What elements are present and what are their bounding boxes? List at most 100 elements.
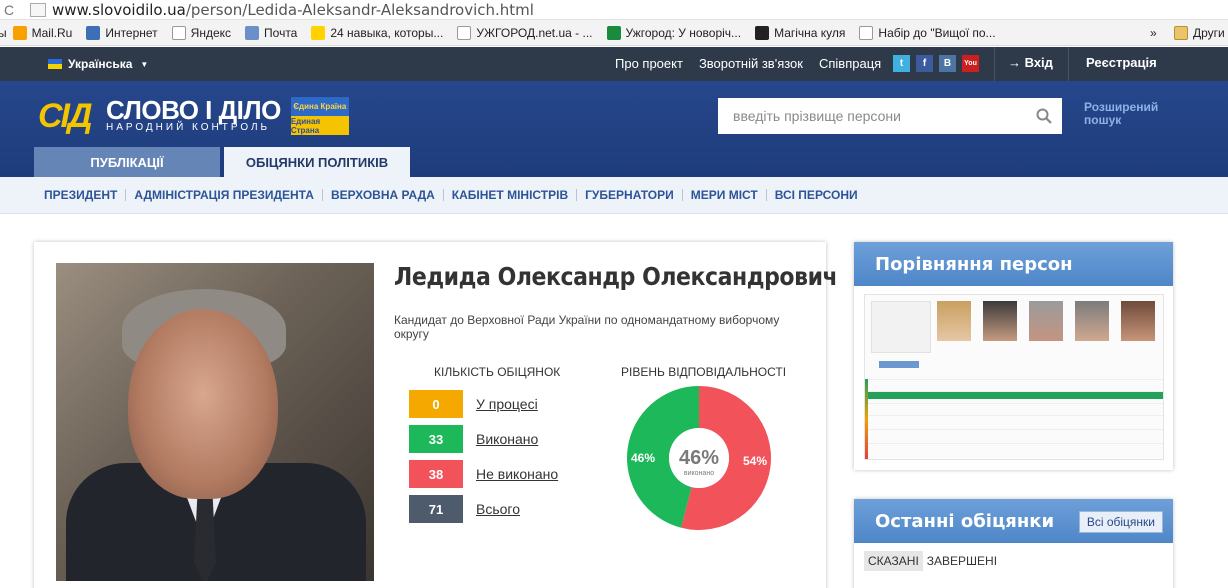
youtube-icon[interactable]: You [962,55,979,72]
stat-count-badge: 33 [409,425,463,453]
responsibility-donut-chart: 46%виконано46% 54% [627,386,771,530]
facebook-icon[interactable]: f [916,55,933,72]
bookmark-item[interactable]: Ужгород: У новоріч... [606,25,742,40]
folder-icon [1174,25,1188,40]
category-link[interactable]: МЕРИ МІСТ [683,189,767,201]
bookmark-item[interactable]: УЖГОРОД.net.ua - ... [457,25,593,40]
badge-bottom-text: Единая Страна [290,116,349,135]
nav-cooperation[interactable]: Співпраця [819,56,881,71]
url-host: www.slovoidilo.ua [52,0,186,19]
promises-count-title: КІЛЬКІСТЬ ОБІЦЯНОК [434,365,561,379]
category-nav: ПРЕЗИДЕНТ АДМІНІСТРАЦІЯ ПРЕЗИДЕНТА ВЕРХОВН… [0,177,1228,214]
compare-widget[interactable]: Порівняння персон [854,242,1173,470]
all-promises-button[interactable]: Всі обіцянки [1078,511,1163,533]
responsibility-title: РІВЕНЬ ВІДПОВІДАЛЬНОСТІ [621,365,787,379]
category-link[interactable]: ВСІ ПЕРСОНИ [767,189,866,201]
page-icon [30,2,46,17]
language-label: Українська [68,57,133,71]
category-link[interactable]: ПРЕЗИДЕНТ [36,189,127,201]
person-photo [56,263,374,581]
person-name: Ледида Олександр Олександрович [394,262,838,291]
reload-icon[interactable]: C [0,2,18,18]
ad-icon [311,25,326,40]
mailru-icon [12,25,27,40]
site-header: СІД СЛОВО І ДІЛО НАРОДНИЙ КОНТРОЛЬ Єдина… [0,81,1228,177]
advanced-search-link[interactable]: Розширений пошук [1084,101,1174,127]
search-icon[interactable] [1026,108,1062,124]
top-bar: Українська ▼ Про проект Зворотній зв'язо… [0,47,1228,81]
bookmark-label: Набір до "Вищої по... [878,25,996,40]
bookmarks-more-button[interactable]: » [1150,26,1157,40]
person-search [718,98,1062,134]
mail-icon [245,25,260,40]
stat-count-badge: 0 [409,390,463,418]
nav-about[interactable]: Про проект [615,56,683,71]
green-site-icon [606,25,621,40]
url-path: /person/Ledida-Aleksandr-Aleksandrovich.… [185,0,534,19]
promise-stat-row: 0 У процесі [409,390,538,418]
language-selector[interactable]: Українська ▼ [48,57,148,71]
bookmark-label: Яндекс [190,25,232,40]
bookmark-item[interactable]: 24 навыка, которы... [311,25,444,40]
vkontakte-icon[interactable]: B [939,55,956,72]
twitter-icon[interactable]: t [893,55,910,72]
site-logo[interactable]: СІД СЛОВО І ДІЛО НАРОДНИЙ КОНТРОЛЬ Єдина… [38,97,349,135]
bookmark-edge: ы [0,26,7,40]
stat-link[interactable]: Не виконано [476,466,558,482]
filter-completed[interactable]: ЗАВЕРШЕНІ [923,551,1001,571]
register-link[interactable]: Реєстрація [1086,55,1157,70]
bookmark-item[interactable]: Набір до "Вищої по... [859,25,996,40]
login-link[interactable]: → Вхід [1008,55,1053,70]
page-icon [171,25,186,40]
tab-publications[interactable]: ПУБЛІКАЦІЇ [34,147,220,177]
stat-count-badge: 71 [409,495,463,523]
browser-address-bar[interactable]: C www.slovoidilo.ua/person/Ledida-Aleksa… [0,0,1228,20]
logo-mark: СІД [38,97,93,135]
bookmark-item[interactable]: Почта [245,25,297,40]
filter-said[interactable]: СКАЗАНІ [864,551,923,571]
person-card: Ледида Олександр Олександрович Кандидат … [34,242,838,588]
other-bookmarks-folder[interactable]: Други [1174,25,1225,40]
category-link[interactable]: КАБІНЕТ МІНІСТРІВ [444,189,578,201]
person-description: Кандидат до Верховної Ради України по од… [394,313,780,341]
tab-promises[interactable]: ОБІЦЯНКИ ПОЛІТИКІВ [224,147,410,177]
donut-center-value: 46% [679,447,719,469]
stat-link[interactable]: Виконано [476,431,538,447]
caret-down-icon: ▼ [140,59,149,69]
divider [1068,47,1069,81]
url-text[interactable]: www.slovoidilo.ua/person/Ledida-Aleksand… [52,1,534,19]
category-link[interactable]: ГУБЕРНАТОРИ [577,189,683,201]
bookmark-label: Mail.Ru [31,25,73,40]
stat-count-badge: 38 [409,460,463,488]
bookmark-item[interactable]: Магічна куля [755,25,846,40]
bookmark-label: УЖГОРОД.net.ua - ... [476,25,593,40]
compare-preview-image[interactable] [864,294,1164,460]
bookmark-label: 24 навыка, которы... [330,25,444,40]
search-input[interactable] [718,98,1026,134]
divider [994,47,995,81]
other-bookmarks-label: Други [1193,25,1225,40]
donut-label-done: 46% [631,451,655,465]
bookmarks-bar: ы Mail.Ru Интернет Яндекс Почта 24 навыка, к… [0,20,1228,46]
bookmark-label: Магічна куля [774,25,846,40]
bookmark-item[interactable]: Интернет [86,25,158,40]
top-nav: Про проект Зворотній зв'язок Співпраця [615,56,897,71]
bookmark-item[interactable]: Яндекс [171,25,232,40]
compare-title: Порівняння персон [854,242,1173,286]
promise-stat-row: 38 Не виконано [409,460,558,488]
badge-top-text: Єдина Країна [290,97,349,116]
bookmark-item[interactable]: Mail.Ru [12,25,73,40]
nav-feedback[interactable]: Зворотній зв'язок [699,56,803,71]
logo-title: СЛОВО І ДІЛО [106,95,281,125]
bookmark-label: Ужгород: У новоріч... [625,25,742,40]
promise-stat-row: 33 Виконано [409,425,538,453]
donut-label-not-done: 54% [743,454,767,468]
bookmark-label: Интернет [105,25,158,40]
logo-subtitle: НАРОДНИЙ КОНТРОЛЬ [106,122,271,133]
donut-center-caption: виконано [684,470,714,477]
firefox-icon [86,25,101,40]
stat-link[interactable]: У процесі [476,396,538,412]
stat-link[interactable]: Всього [476,501,520,517]
category-link[interactable]: ВЕРХОВНА РАДА [323,189,444,201]
category-link[interactable]: АДМІНІСТРАЦІЯ ПРЕЗИДЕНТА [126,189,323,201]
